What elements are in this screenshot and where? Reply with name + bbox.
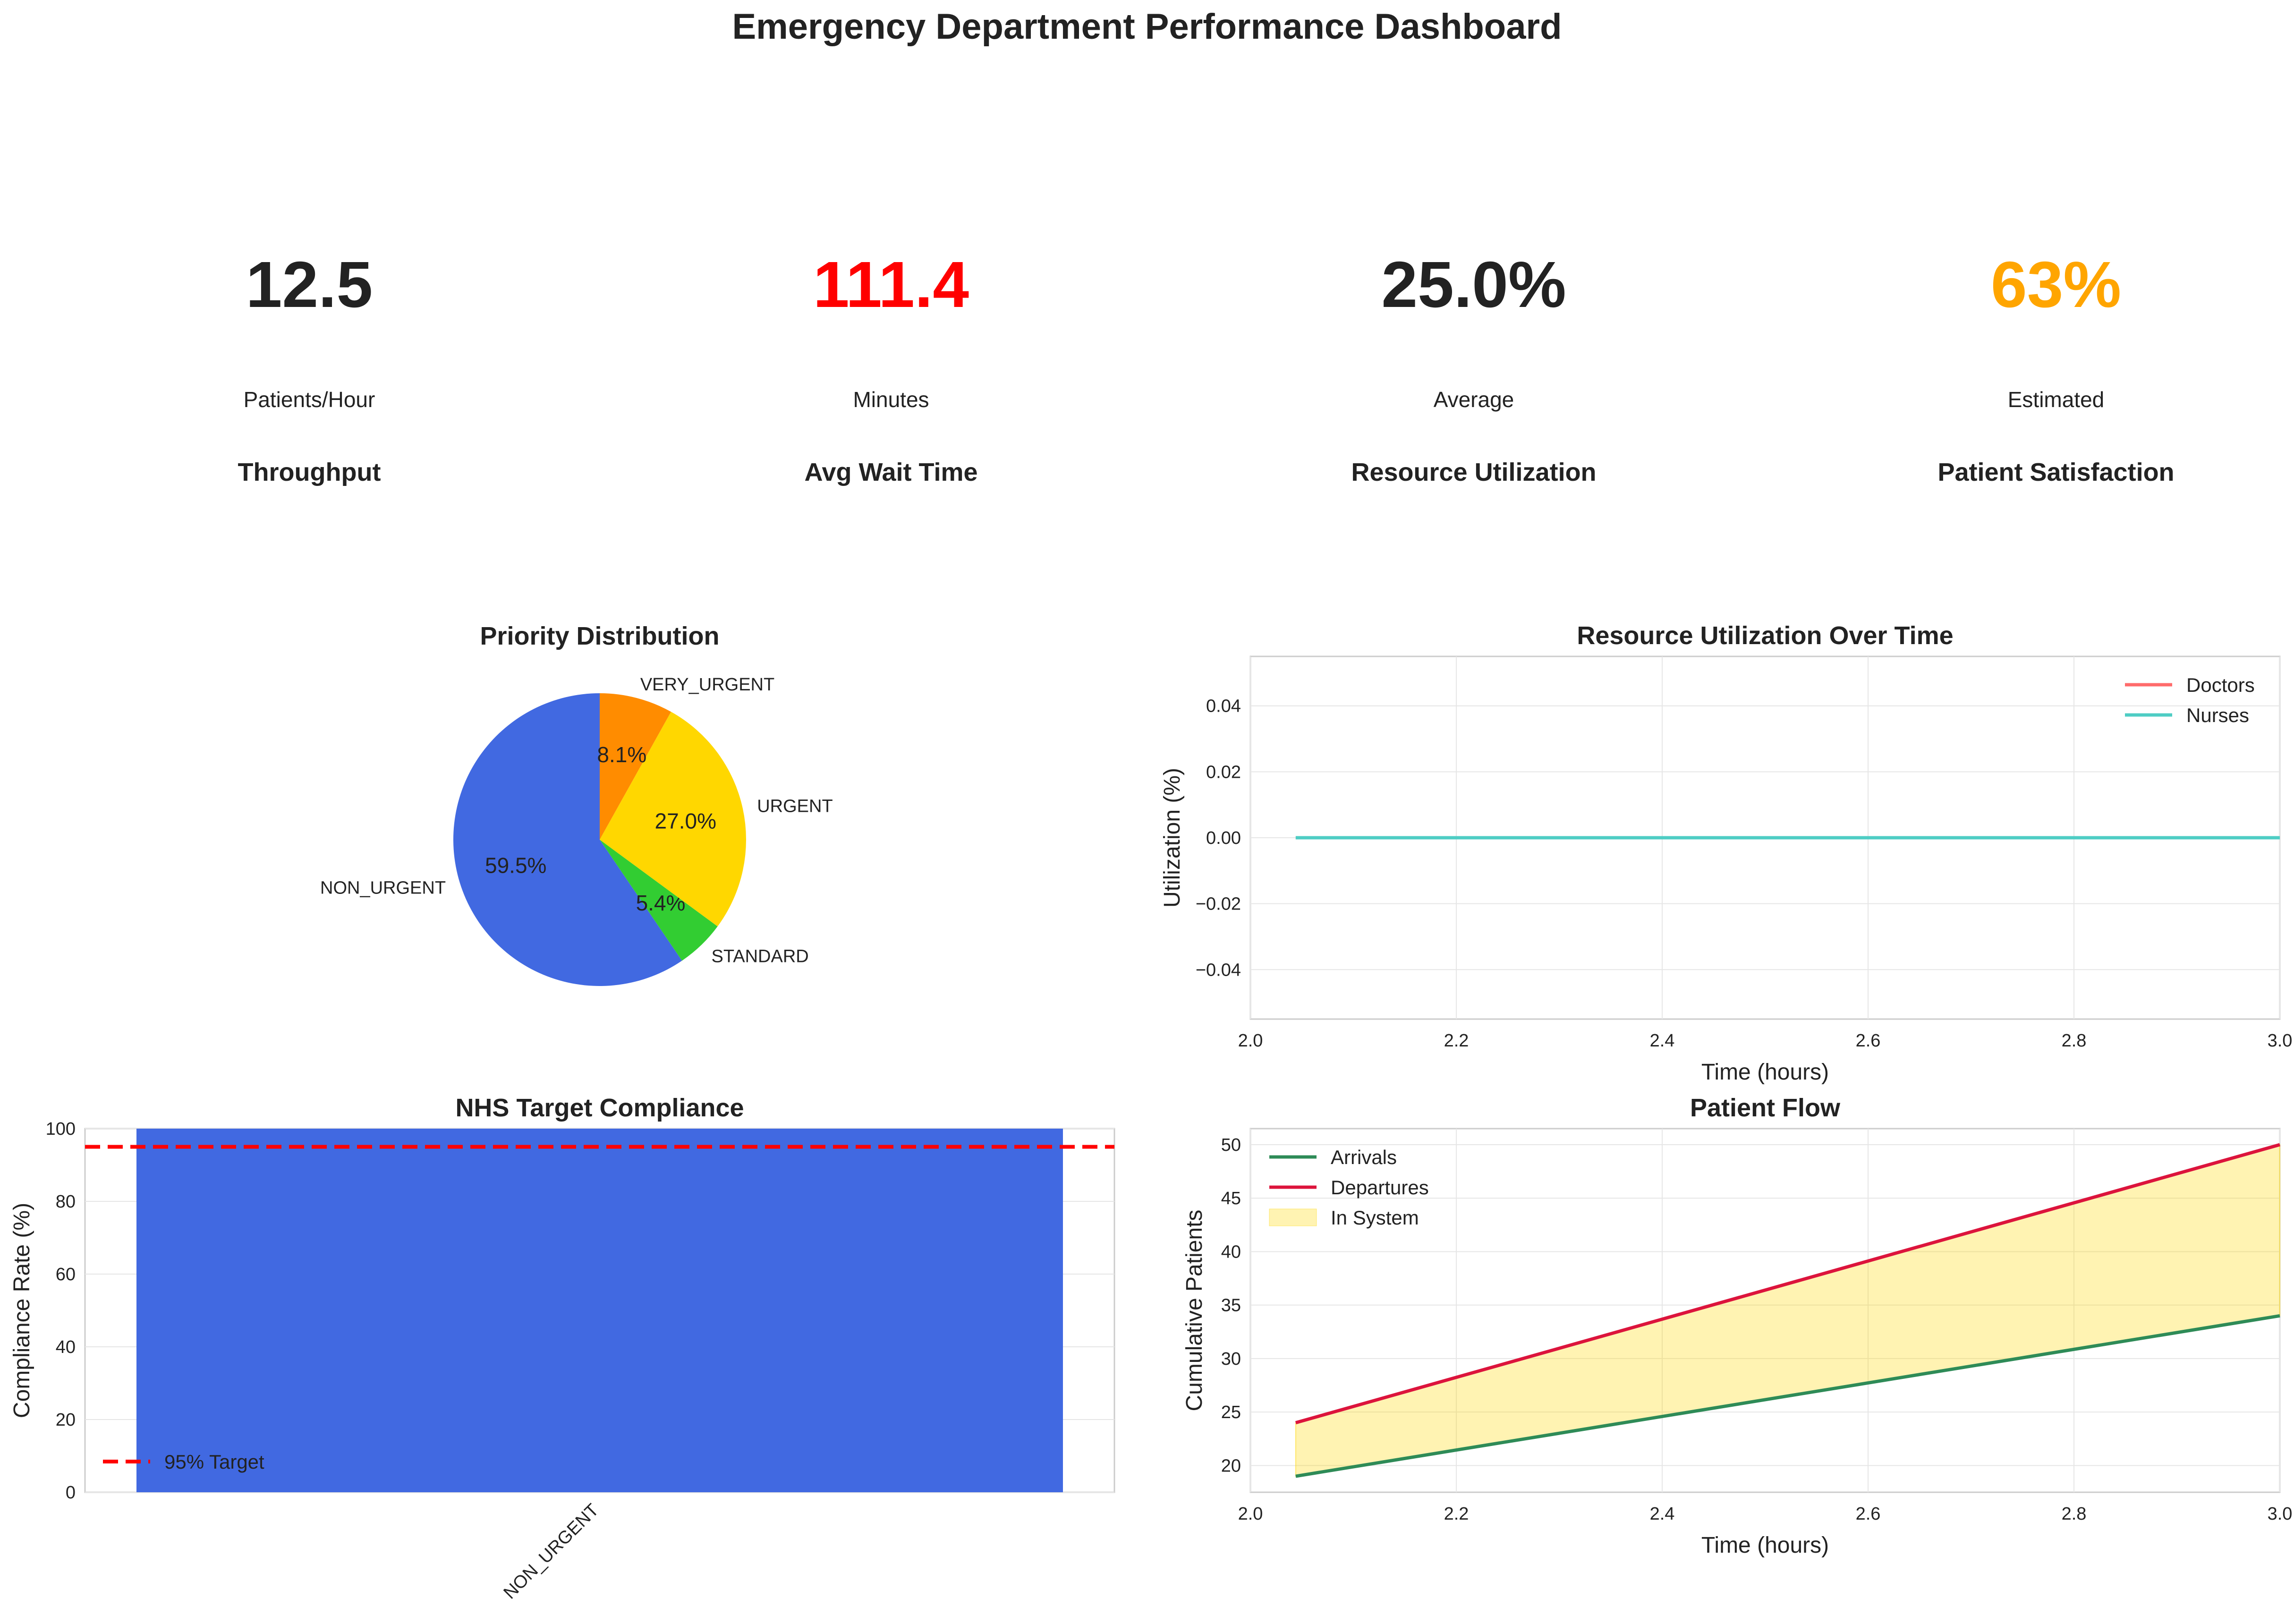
x-tick-label: 2.0 <box>1238 1504 1263 1524</box>
x-tick-label: 2.4 <box>1650 1504 1675 1524</box>
x-tick-label: 3.0 <box>2268 1031 2293 1051</box>
kpi-label: Avg Wait Time <box>804 458 977 486</box>
x-tick-label: 2.4 <box>1650 1031 1675 1051</box>
y-tick-label: 35 <box>1221 1296 1241 1316</box>
kpi-label: Patient Satisfaction <box>1937 458 2174 486</box>
legend-label: In System <box>1331 1207 1419 1229</box>
y-tick-label: 25 <box>1221 1403 1241 1422</box>
kpi-value: 111.4 <box>813 248 969 321</box>
y-axis-label: Utilization (%) <box>1160 768 1185 908</box>
y-tick-label: 30 <box>1221 1349 1241 1369</box>
kpi-unit: Minutes <box>853 387 929 412</box>
y-tick-label: 0.04 <box>1206 697 1241 716</box>
kpi-label: Resource Utilization <box>1351 458 1596 486</box>
x-tick-label: NON_URGENT <box>500 1500 603 1603</box>
pie-slice-percent: 27.0% <box>655 809 716 833</box>
legend-label: Arrivals <box>1331 1146 1397 1168</box>
chart-title: Priority Distribution <box>480 622 719 650</box>
y-tick-label: 20 <box>1221 1456 1241 1476</box>
priority-pie-chart: Priority Distribution NON_URGENT 59.5% STAN… <box>320 622 833 986</box>
y-tick-label: 60 <box>56 1265 76 1284</box>
legend-label: 95% Target <box>164 1451 264 1473</box>
kpi-value: 63% <box>1991 248 2121 321</box>
chart-title: NHS Target Compliance <box>455 1094 744 1122</box>
y-tick-label: 80 <box>56 1192 76 1212</box>
kpi-patient-satisfaction: 63% Estimated Patient Satisfaction <box>1937 248 2174 486</box>
legend-label: Departures <box>1331 1176 1429 1199</box>
kpi-wait-time: 111.4 Minutes Avg Wait Time <box>804 248 977 486</box>
dashboard-title: Emergency Department Performance Dashboa… <box>732 7 1562 47</box>
x-axis-label: Time (hours) <box>1701 1060 1829 1085</box>
chart-title: Patient Flow <box>1690 1094 1841 1122</box>
x-tick-label: 3.0 <box>2268 1504 2293 1524</box>
compliance-bar-chart: NHS Target Compliance 0 20 40 60 80 100 Complia… <box>9 1094 1115 1603</box>
y-tick-label: −0.02 <box>1196 894 1241 914</box>
kpi-value: 25.0% <box>1381 248 1566 321</box>
y-tick-label: 100 <box>46 1119 76 1139</box>
pie-slice-percent: 8.1% <box>597 742 646 767</box>
y-axis-label: Compliance Rate (%) <box>9 1203 34 1418</box>
legend-label: Nurses <box>2186 704 2249 726</box>
kpi-unit: Patients/Hour <box>244 387 375 412</box>
kpi-unit: Estimated <box>2008 387 2105 412</box>
x-tick-label: 2.6 <box>1856 1504 1881 1524</box>
dashboard: Emergency Department Performance Dashboa… <box>9 7 2292 1603</box>
kpi-unit: Average <box>1434 387 1514 412</box>
x-tick-label: 2.2 <box>1444 1031 1469 1051</box>
y-tick-label: 45 <box>1221 1189 1241 1208</box>
x-tick-label: 2.8 <box>2062 1031 2087 1051</box>
pie-slice-percent: 59.5% <box>485 853 546 878</box>
x-axis-label: Time (hours) <box>1701 1533 1829 1558</box>
y-tick-label: 0 <box>66 1483 76 1503</box>
utilization-line-chart: Resource Utilization Over Time 2.0 2.2 2.4 2… <box>1160 621 2292 1085</box>
y-tick-label: 50 <box>1221 1135 1241 1155</box>
legend-swatch <box>1269 1208 1317 1226</box>
x-tick-label: 2.6 <box>1856 1031 1881 1051</box>
y-axis-label: Cumulative Patients <box>1182 1210 1207 1411</box>
y-tick-label: 40 <box>1221 1242 1241 1262</box>
kpi-resource-utilization: 25.0% Average Resource Utilization <box>1351 248 1596 486</box>
x-tick-label: 2.2 <box>1444 1504 1469 1524</box>
y-tick-label: 20 <box>56 1410 76 1430</box>
y-tick-label: 0.00 <box>1206 828 1241 848</box>
kpi-value: 12.5 <box>246 248 373 321</box>
bar <box>136 1129 1063 1492</box>
y-tick-label: −0.04 <box>1196 960 1241 980</box>
kpi-throughput: 12.5 Patients/Hour Throughput <box>238 248 381 486</box>
x-tick-label: 2.0 <box>1238 1031 1263 1051</box>
pie-slice-label: NON_URGENT <box>320 878 446 898</box>
x-tick-label: 2.8 <box>2062 1504 2087 1524</box>
legend-label: Doctors <box>2186 674 2255 696</box>
y-tick-label: 40 <box>56 1337 76 1357</box>
pie-slice-label: VERY_URGENT <box>640 675 774 695</box>
patient-flow-chart: Patient Flow 2.0 2.2 2.4 2.6 2.8 3.0 20 25 30 35 40… <box>1182 1094 2292 1558</box>
kpi-label: Throughput <box>238 458 381 486</box>
chart-title: Resource Utilization Over Time <box>1577 621 1953 650</box>
pie-slice-label: URGENT <box>757 797 833 816</box>
y-tick-label: 0.02 <box>1206 762 1241 782</box>
pie-slice-label: STANDARD <box>712 947 809 967</box>
